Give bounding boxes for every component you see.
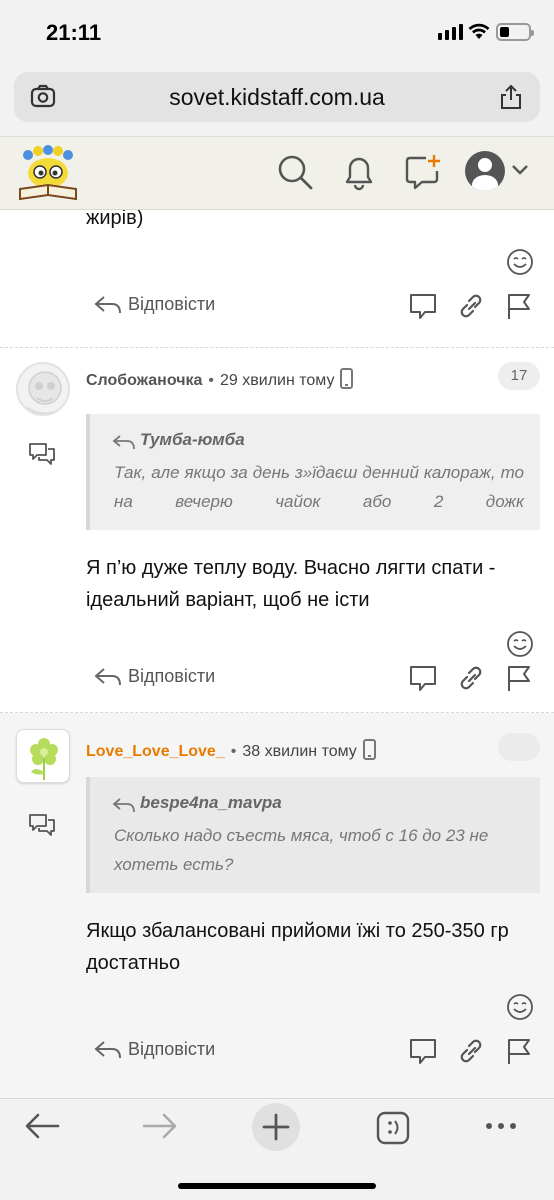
comment-time[interactable]: 29 хвилин тому	[220, 372, 334, 389]
share-icon[interactable]	[498, 84, 524, 110]
reply-label: Відповісти	[128, 294, 216, 314]
new-message-icon[interactable]	[404, 153, 442, 191]
reply-arrow-icon	[94, 295, 121, 313]
comment-number-badge[interactable]: 17	[498, 362, 540, 390]
chevron-down-icon[interactable]	[510, 163, 530, 177]
bell-icon[interactable]	[340, 153, 378, 191]
reply-arrow-icon	[94, 1040, 121, 1058]
comment-time[interactable]: 38 хвилин тому	[242, 743, 356, 760]
browser-address-area: sovet.kidstaff.com.ua	[0, 64, 554, 136]
comment-item: Love_Love_Love_ • 38 хвилин тому bespe4na_…	[0, 713, 554, 1098]
comment-item: Слобожаночка • 29 хвилин тому 17 Тумба-юмб…	[0, 348, 554, 712]
home-indicator	[178, 1183, 376, 1189]
cellular-signal-icon	[438, 24, 463, 40]
quote-author[interactable]: Тумба-юмба	[140, 430, 245, 450]
site-logo[interactable]	[16, 145, 80, 203]
comment-number-badge[interactable]	[498, 733, 540, 761]
plus-icon	[262, 1113, 290, 1141]
url-text[interactable]: sovet.kidstaff.com.ua	[14, 84, 540, 111]
quote-author[interactable]: bespe4na_mavpa	[140, 793, 282, 813]
status-bar: 21:11	[0, 0, 554, 64]
comment-meta: Love_Love_Love_ • 38 хвилин тому	[86, 739, 376, 761]
smile-icon[interactable]	[506, 993, 534, 1021]
comment-text: Якщо збалансовані прийоми їжі то 250-350…	[86, 920, 509, 974]
reply-label: Відповісти	[128, 1039, 216, 1059]
smile-icon[interactable]	[506, 630, 534, 658]
quote-text: Так, але якщо за день з»їдаєш денний кал…	[114, 463, 524, 511]
link-icon[interactable]	[456, 292, 486, 320]
reply-arrow-icon	[94, 667, 121, 685]
previous-comment-tail: жирів) Відповісти	[0, 210, 554, 347]
private-message-icon[interactable]	[28, 442, 56, 466]
comment-text: Я п’ю дуже теплу воду. Вчасно лягти спат…	[86, 557, 496, 611]
private-message-icon[interactable]	[28, 813, 56, 837]
quote-reply-icon	[112, 435, 135, 450]
comment-icon[interactable]	[408, 664, 438, 692]
new-tab-button[interactable]	[252, 1103, 300, 1151]
quote-block: Тумба-юмба Так, але якщо за день з»їдаєш…	[86, 414, 540, 530]
avatar[interactable]	[16, 362, 70, 416]
quote-block: bespe4na_mavpa Сколько надо съесть мяса,…	[86, 777, 540, 893]
reply-button[interactable]: Відповісти	[94, 1039, 215, 1060]
address-bar[interactable]: sovet.kidstaff.com.ua	[14, 72, 540, 122]
flag-icon[interactable]	[504, 1037, 534, 1065]
quote-reply-icon	[112, 798, 135, 813]
flag-icon[interactable]	[504, 664, 534, 692]
wifi-icon	[468, 23, 490, 39]
site-header	[0, 136, 554, 210]
reply-button[interactable]: Відповісти	[94, 666, 215, 687]
comment-icon[interactable]	[408, 1037, 438, 1065]
battery-icon	[496, 23, 534, 41]
tabs-icon[interactable]	[376, 1111, 410, 1145]
mobile-device-icon	[362, 739, 376, 760]
quote-text: Сколько надо съесть мяса, чтоб с 16 до 2…	[114, 826, 489, 874]
author-name[interactable]: Слобожаночка	[86, 372, 202, 389]
comment-meta: Слобожаночка • 29 хвилин тому	[86, 368, 354, 390]
avatar[interactable]	[16, 729, 70, 783]
forward-arrow-icon[interactable]	[142, 1111, 178, 1141]
reply-button[interactable]: Відповісти	[94, 294, 215, 315]
user-avatar-icon[interactable]	[465, 151, 505, 191]
status-time: 21:11	[46, 20, 102, 45]
comment-text: жирів)	[86, 210, 144, 229]
comment-icon[interactable]	[408, 292, 438, 320]
mobile-device-icon	[340, 368, 354, 389]
link-icon[interactable]	[456, 664, 486, 692]
comments-feed: жирів) Відповісти Слобожаночка • 29 хвил…	[0, 210, 554, 1098]
flag-icon[interactable]	[504, 292, 534, 320]
search-icon[interactable]	[276, 153, 314, 191]
smile-icon[interactable]	[506, 248, 534, 276]
link-icon[interactable]	[456, 1037, 486, 1065]
reply-label: Відповісти	[128, 666, 216, 686]
more-icon[interactable]	[484, 1111, 518, 1141]
back-arrow-icon[interactable]	[24, 1111, 60, 1141]
author-name[interactable]: Love_Love_Love_	[86, 743, 225, 760]
